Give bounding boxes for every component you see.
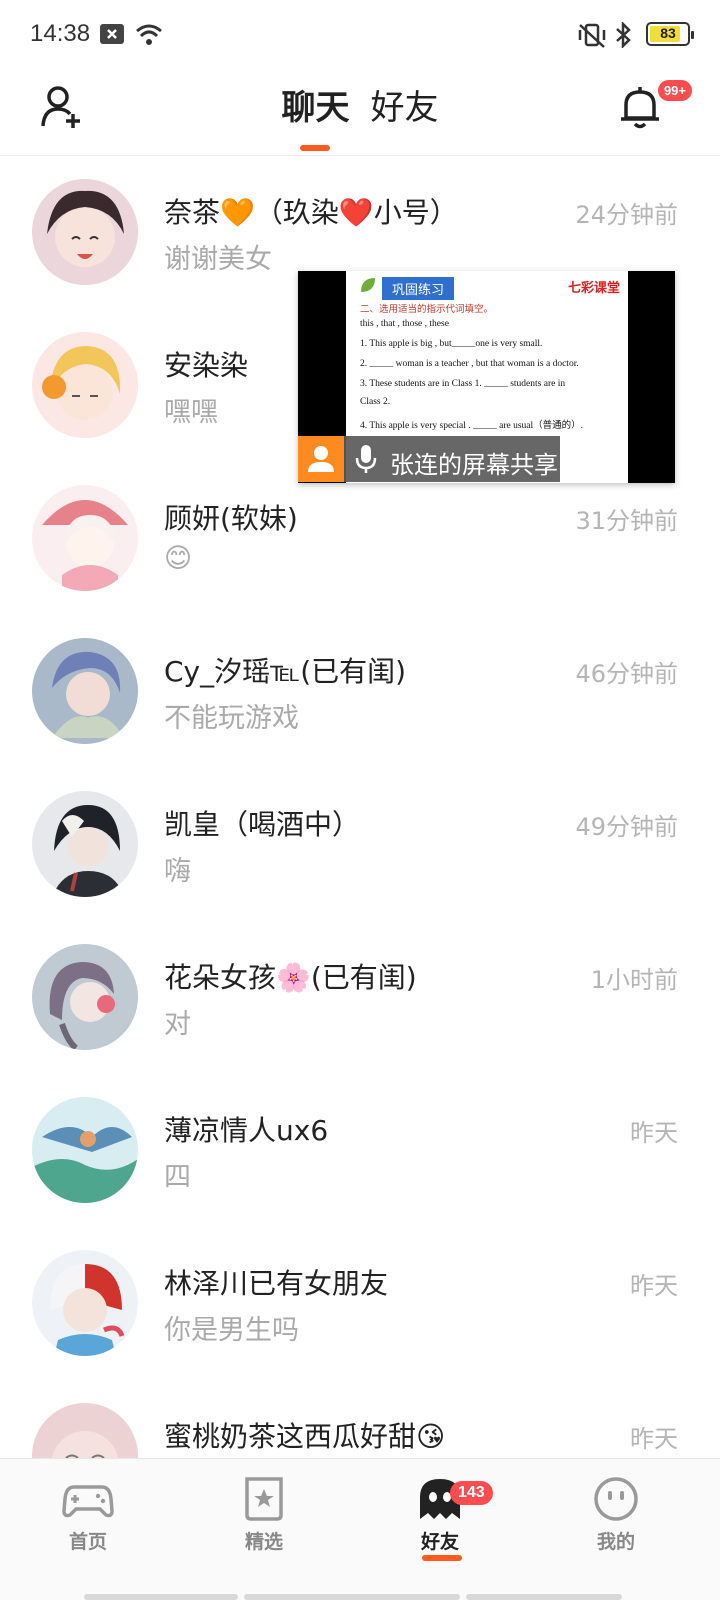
chat-item[interactable]: 顾妍(软妹) 😊 31分钟前: [0, 463, 720, 616]
bluetooth-icon: [616, 22, 631, 48]
chat-item[interactable]: 凯皇（喝酒中） 嗨 49分钟前: [0, 769, 720, 922]
gamepad-icon: [62, 1485, 114, 1518]
chat-last-message: 嗨: [164, 856, 191, 887]
chat-name: 顾妍(软妹): [164, 502, 298, 535]
chat-last-message: 对: [164, 1009, 191, 1040]
header-tabs: 聊天 好友: [0, 80, 720, 151]
gesture-segment: [84, 1594, 238, 1600]
slide-tag: 巩固练习: [382, 277, 455, 300]
nav-label: 好友: [420, 1531, 459, 1553]
chat-name: 林泽川已有女朋友: [164, 1267, 389, 1300]
status-time: 14:38: [30, 20, 91, 47]
face-icon: [594, 1477, 638, 1521]
avatar: [32, 1097, 138, 1203]
chat-last-message: 四: [164, 1162, 191, 1193]
chat-time: 49分钟前: [575, 813, 678, 841]
chat-name: 安染染: [164, 349, 249, 382]
battery-icon: 83: [646, 22, 694, 46]
tab-active-indicator: [300, 145, 331, 151]
avatar: [32, 944, 138, 1050]
avatar: [32, 638, 138, 744]
battery-level: 83: [660, 25, 676, 41]
share-user-icon: [298, 436, 344, 482]
screen-share-window[interactable]: 巩固练习 七彩课堂 二、选用适当的指示代词填空。 this , that , t…: [298, 271, 675, 483]
chat-name: Cy_汐瑶℡(已有闺): [164, 655, 407, 688]
chat-time: 24分钟前: [575, 201, 678, 229]
chat-name: 奈茶🧡（玖染❤️小号）: [164, 196, 458, 229]
star-bookmark-icon: [245, 1477, 283, 1521]
nav-featured[interactable]: 精选: [204, 1475, 324, 1554]
chat-item[interactable]: 林泽川已有女朋友 你是男生吗 昨天: [0, 1228, 720, 1381]
bell-icon[interactable]: [618, 84, 662, 130]
screen-share-bar: 张连的屏幕共享: [298, 436, 560, 482]
avatar: [32, 332, 138, 438]
nav-home[interactable]: 首页: [28, 1475, 148, 1554]
nav-active-indicator: [422, 1555, 462, 1561]
slide-line: 2. _____ woman is a teacher , but that w…: [360, 359, 579, 369]
chat-time: 昨天: [630, 1272, 678, 1300]
avatar: [32, 485, 138, 591]
gesture-segment: [466, 1594, 622, 1600]
microphone-icon: [355, 445, 377, 473]
avatar: [32, 179, 138, 285]
screen-share-label: 张连的屏幕共享: [390, 451, 558, 479]
gesture-bar: [0, 1594, 720, 1600]
chat-time: 31分钟前: [575, 507, 678, 535]
chat-time: 1小时前: [590, 966, 678, 994]
nav-friends[interactable]: 143 好友: [380, 1475, 500, 1561]
avatar: [32, 791, 138, 897]
chat-time: 昨天: [630, 1119, 678, 1147]
close-box-icon: [100, 24, 124, 44]
slide-line: this , that , those , these: [360, 319, 449, 329]
slide-brand: 七彩课堂: [567, 281, 620, 296]
chat-last-message: 谢谢美女: [164, 244, 272, 275]
leaf-icon: [361, 278, 375, 292]
friends-badge: 143: [450, 1481, 493, 1505]
chat-name: 薄凉情人ux6: [164, 1114, 329, 1147]
chat-last-message: 不能玩游戏: [164, 703, 299, 734]
avatar: [32, 1250, 138, 1356]
slide-line: 1. This apple is big , but_____one is ve…: [360, 339, 543, 349]
vibrate-off-icon: [578, 23, 606, 48]
tab-friends[interactable]: 好友: [371, 80, 439, 129]
slide-line: Class 2.: [360, 397, 391, 407]
tab-chat[interactable]: 聊天: [281, 80, 350, 151]
chat-last-message: 😊: [164, 543, 193, 574]
slide-line: 3. These students are in Class 1. _____ …: [360, 379, 566, 389]
battery-cap: [691, 31, 694, 39]
chat-item[interactable]: Cy_汐瑶℡(已有闺) 不能玩游戏 46分钟前: [0, 616, 720, 769]
chat-name: 蜜桃奶茶这西瓜好甜😘: [164, 1420, 446, 1453]
chat-name: 花朵女孩🌸(已有闺): [164, 961, 417, 994]
gesture-segment: [244, 1594, 460, 1600]
nav-me[interactable]: 我的: [556, 1475, 676, 1554]
status-bar: 14:38 83: [0, 0, 720, 70]
chat-last-message: 嘿嘿: [164, 397, 218, 428]
tab-chat-label: 聊天: [281, 88, 350, 128]
nav-label: 精选: [244, 1531, 283, 1553]
chat-item[interactable]: 薄凉情人ux6 四 昨天: [0, 1075, 720, 1228]
wifi-icon: [136, 24, 162, 45]
nav-label: 我的: [596, 1531, 635, 1553]
chat-item[interactable]: 花朵女孩🌸(已有闺) 对 1小时前: [0, 922, 720, 1075]
top-header: 聊天 好友 99+: [0, 70, 720, 156]
nav-label: 首页: [68, 1531, 107, 1553]
notification-badge: 99+: [657, 80, 692, 101]
slide-line: 二、选用适当的指示代词填空。: [360, 305, 494, 315]
chat-time: 46分钟前: [575, 660, 678, 688]
chat-last-message: 你是男生吗: [164, 1315, 299, 1346]
slide-line: 4. This apple is very special . _____ ar…: [360, 421, 584, 431]
chat-time: 昨天: [630, 1425, 678, 1453]
chat-name: 凯皇（喝酒中）: [164, 808, 361, 841]
bottom-nav: 首页 精选 143 好友 我的: [0, 1458, 720, 1600]
